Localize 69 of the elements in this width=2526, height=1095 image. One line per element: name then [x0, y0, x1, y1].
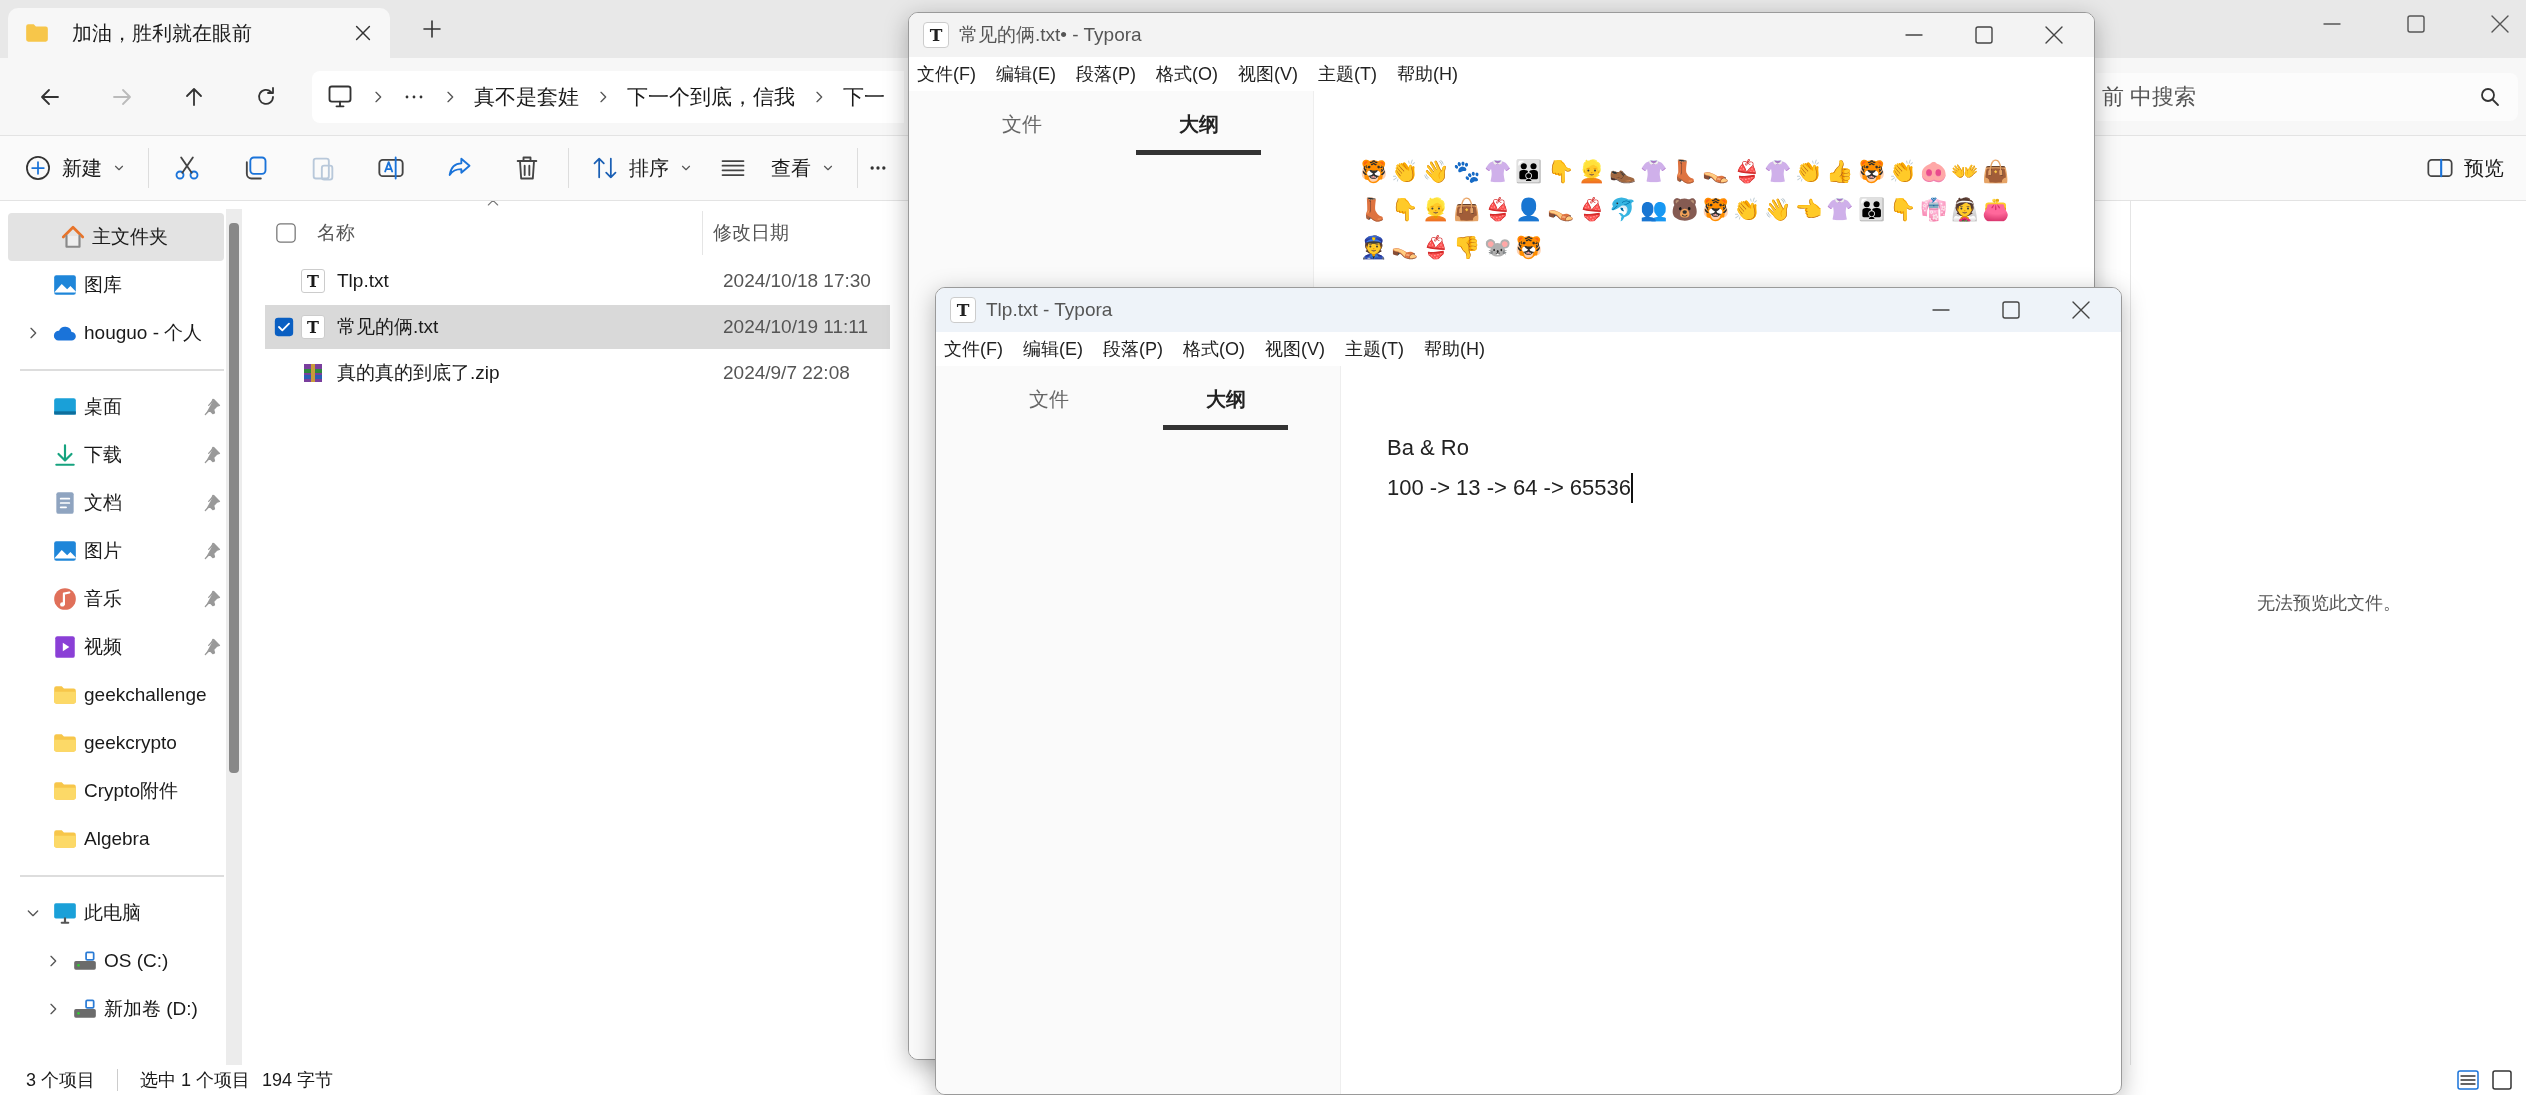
date-cell: 2024/10/18 17:30 — [723, 270, 871, 292]
name-cell-text: Tlp.txt — [337, 270, 390, 292]
sidebar-item[interactable]: geekchallenge — [0, 671, 224, 719]
sidebar-item[interactable]: OS (C:) — [0, 937, 224, 985]
menu-item[interactable]: 段落(P) — [1076, 62, 1136, 86]
sidebar-item[interactable]: 桌面 — [0, 383, 224, 431]
preview-message: 无法预览此文件。 — [2256, 592, 2401, 615]
name-cell-text: 常见的俩.txt — [337, 315, 440, 339]
tab-title: 加油，胜利就在眼前 — [72, 20, 252, 46]
search-field[interactable]: 前 中搜索 — [2096, 72, 2518, 121]
text-file-icon: T — [301, 315, 325, 339]
app-icon: T — [950, 297, 976, 323]
sidebar-item[interactable]: 文档 — [0, 479, 224, 527]
address-bar[interactable]: 真不是套娃 下一个到底，信我 下一 — [312, 70, 904, 123]
text-file-icon: T — [301, 269, 325, 293]
column-header[interactable]: 修改日期 — [702, 211, 789, 255]
sidebar-tab[interactable]: 大纲 — [1163, 386, 1288, 430]
sidebar-item[interactable]: Algebra — [0, 815, 224, 863]
window-title: 常见的俩.txt• - Typora — [959, 23, 1142, 47]
menu-item[interactable]: 格式(O) — [1156, 62, 1218, 86]
menu-item[interactable]: 主题(T) — [1345, 337, 1404, 361]
menu-item[interactable]: 帮助(H) — [1423, 337, 1485, 361]
sidebar-item[interactable]: Crypto附件 — [0, 767, 224, 815]
name-cell-text: 真的真的到底了.zip — [337, 361, 501, 385]
file-row[interactable]: T Tlp.txt 2024/10/18 17:30 — [265, 259, 890, 303]
menu-item[interactable]: 格式(O) — [1183, 337, 1245, 361]
sidebar-item[interactable]: 图片 — [0, 527, 224, 575]
sort-button[interactable]: 排序 — [585, 146, 699, 190]
menu-item[interactable]: 视图(V) — [1238, 62, 1298, 86]
window-title: Tlp.txt - Typora — [986, 299, 1113, 321]
emoji-text: 🐯👏👋🐾👚👪👇👱👞👚👢👡👙👚👏👍🐯👏🐽👐👜👢👇👱👜👙👤👡👙🐬👥🐻🐯👏👋👈👚👪👇👘👰👛👮👡👙👎🐭🐯 — [1360, 158, 2015, 262]
sidebar-item[interactable]: geekcrypto — [0, 719, 224, 767]
menu-item[interactable]: 文件(F) — [944, 337, 1003, 361]
menu-item[interactable]: 文件(F) — [917, 62, 976, 86]
menu-item[interactable]: 视图(V) — [1265, 337, 1325, 361]
sidebar-item[interactable]: 音乐 — [0, 575, 224, 623]
sidebar-item[interactable]: 主文件夹 — [8, 213, 224, 261]
menu-item[interactable]: 主题(T) — [1318, 62, 1377, 86]
date-cell: 2024/9/7 22:08 — [723, 362, 850, 384]
item-count: 3 个项目 — [26, 1069, 95, 1092]
sidebar-item[interactable]: 视频 — [0, 623, 224, 671]
view-button[interactable]: 查看 — [713, 146, 841, 190]
breadcrumb[interactable]: 真不是套娃 — [474, 82, 579, 111]
sidebar-item[interactable]: 图库 — [0, 261, 224, 309]
sidebar-item[interactable]: houguo - 个人 — [0, 309, 224, 357]
file-row[interactable]: T 常见的俩.txt 2024/10/19 11:11 — [265, 305, 890, 349]
sidebar-item[interactable]: 新加卷 (D:) — [0, 985, 224, 1033]
text-line: 100 -> 13 -> 64 -> 65536 — [1387, 474, 1632, 502]
menu-item[interactable]: 编辑(E) — [996, 62, 1056, 86]
app-icon: T — [923, 22, 949, 48]
menu-item[interactable]: 帮助(H) — [1396, 62, 1458, 86]
new-button[interactable]: 新建 — [18, 146, 132, 190]
sidebar-tab[interactable]: 大纲 — [1136, 111, 1261, 155]
selection-size: 194 字节 — [262, 1069, 334, 1092]
sidebar-item[interactable]: 此电脑 — [0, 889, 224, 937]
preview-button[interactable]: 预览 — [2420, 146, 2510, 190]
sidebar-item[interactable]: 下载 — [0, 431, 224, 479]
selection-count: 选中 1 个项目 — [140, 1069, 251, 1092]
date-cell: 2024/10/19 11:11 — [723, 316, 869, 338]
sidebar-tab[interactable]: 文件 — [986, 386, 1111, 430]
breadcrumb[interactable]: 下一 — [843, 82, 885, 111]
sidebar-tab[interactable]: 文件 — [959, 111, 1084, 155]
breadcrumb[interactable]: 下一个到底，信我 — [627, 82, 795, 111]
explorer-tab[interactable]: 加油，胜利就在眼前 — [8, 8, 390, 58]
text-line: Ba & Ro — [1387, 434, 1469, 462]
column-header[interactable]: 名称 — [317, 220, 702, 246]
menu-item[interactable]: 编辑(E) — [1023, 337, 1083, 361]
file-row[interactable]: 真的真的到底了.zip 2024/9/7 22:08 — [265, 351, 890, 395]
menu-item[interactable]: 段落(P) — [1103, 337, 1163, 361]
